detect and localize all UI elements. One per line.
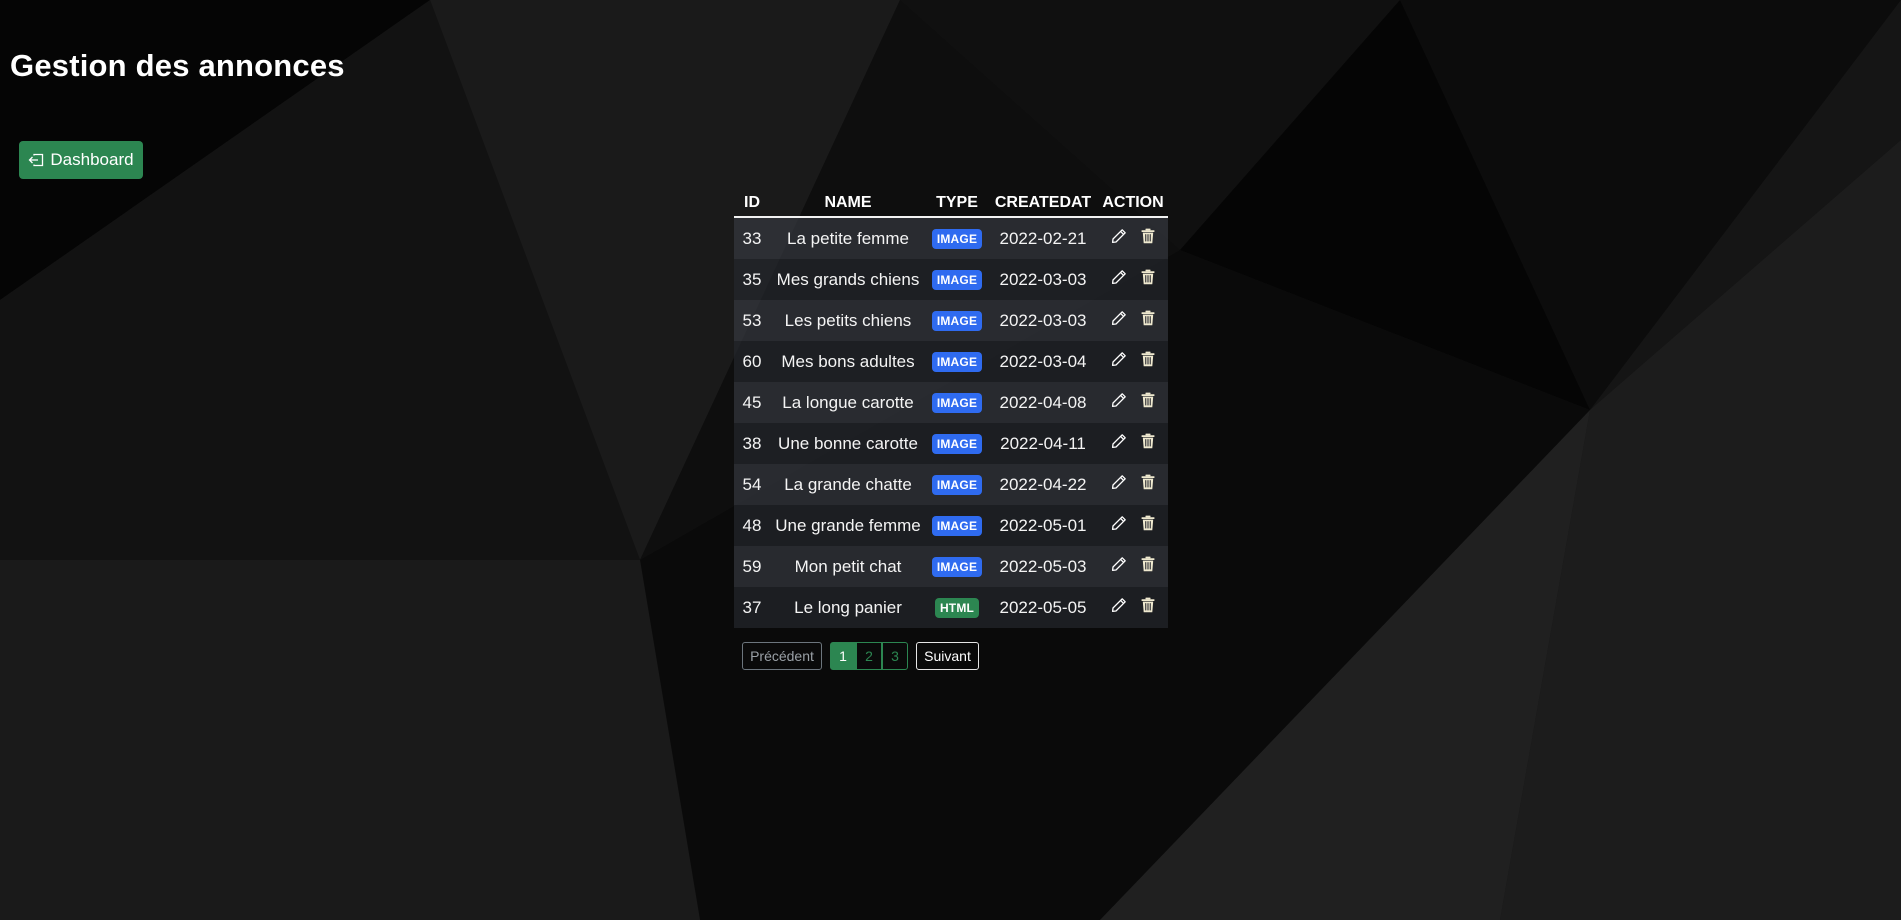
cell-name: La petite femme [770, 217, 926, 259]
cell-created: 2022-04-22 [988, 464, 1098, 505]
cell-created: 2022-03-03 [988, 259, 1098, 300]
table-row: 53 Les petits chiens IMAGE 2022-03-03 [734, 300, 1168, 341]
pencil-icon[interactable] [1111, 310, 1127, 326]
cell-id: 48 [734, 505, 770, 546]
type-badge: IMAGE [931, 229, 983, 249]
cell-created: 2022-04-11 [988, 423, 1098, 464]
trash-icon[interactable] [1141, 392, 1155, 408]
cell-name: Mon petit chat [770, 546, 926, 587]
pencil-icon[interactable] [1111, 269, 1127, 285]
trash-icon[interactable] [1141, 228, 1155, 244]
type-badge: IMAGE [931, 475, 983, 495]
pencil-icon[interactable] [1111, 597, 1127, 613]
cell-id: 60 [734, 341, 770, 382]
table-row: 35 Mes grands chiens IMAGE 2022-03-03 [734, 259, 1168, 300]
table-header-row: ID NAME TYPE CREATEDAT ACTION [734, 192, 1168, 218]
pagination: Précédent 1 2 3 Suivant [742, 642, 979, 670]
cell-created: 2022-05-01 [988, 505, 1098, 546]
cell-id: 38 [734, 423, 770, 464]
cell-name: Le long panier [770, 587, 926, 628]
table-row: 45 La longue carotte IMAGE 2022-04-08 [734, 382, 1168, 423]
cell-created: 2022-05-05 [988, 587, 1098, 628]
cell-name: Une grande femme [770, 505, 926, 546]
trash-icon[interactable] [1141, 474, 1155, 490]
trash-icon[interactable] [1141, 597, 1155, 613]
ads-table: ID NAME TYPE CREATEDAT ACTION 33 La peti… [734, 192, 1168, 628]
cell-created: 2022-04-08 [988, 382, 1098, 423]
pencil-icon[interactable] [1111, 433, 1127, 449]
cell-id: 45 [734, 382, 770, 423]
cell-id: 35 [734, 259, 770, 300]
table-row: 33 La petite femme IMAGE 2022-02-21 [734, 217, 1168, 259]
column-header-type[interactable]: TYPE [926, 192, 988, 218]
page-title: Gestion des annonces [10, 48, 345, 83]
page: Gestion des annonces Dashboard ID NAME T… [0, 0, 1901, 920]
trash-icon[interactable] [1141, 515, 1155, 531]
table-row: 48 Une grande femme IMAGE 2022-05-01 [734, 505, 1168, 546]
pencil-icon[interactable] [1111, 392, 1127, 408]
cell-id: 33 [734, 217, 770, 259]
trash-icon[interactable] [1141, 269, 1155, 285]
table-body: 33 La petite femme IMAGE 2022-02-21 35 M… [734, 217, 1168, 628]
type-badge: IMAGE [931, 352, 983, 372]
column-header-action: ACTION [1098, 192, 1168, 218]
type-badge: HTML [934, 598, 980, 618]
type-badge: IMAGE [931, 434, 983, 454]
type-badge: IMAGE [931, 311, 983, 331]
table-row: 54 La grande chatte IMAGE 2022-04-22 [734, 464, 1168, 505]
cell-id: 53 [734, 300, 770, 341]
table-row: 60 Mes bons adultes IMAGE 2022-03-04 [734, 341, 1168, 382]
table-row: 59 Mon petit chat IMAGE 2022-05-03 [734, 546, 1168, 587]
cell-created: 2022-03-04 [988, 341, 1098, 382]
cell-id: 37 [734, 587, 770, 628]
table-row: 38 Une bonne carotte IMAGE 2022-04-11 [734, 423, 1168, 464]
pencil-icon[interactable] [1111, 556, 1127, 572]
trash-icon[interactable] [1141, 310, 1155, 326]
dashboard-button-label: Dashboard [50, 150, 134, 169]
cell-name: Mes grands chiens [770, 259, 926, 300]
type-badge: IMAGE [931, 516, 983, 536]
type-badge: IMAGE [931, 393, 983, 413]
page-3-button[interactable]: 3 [882, 642, 908, 670]
cell-created: 2022-02-21 [988, 217, 1098, 259]
column-header-id[interactable]: ID [734, 192, 770, 218]
cell-id: 54 [734, 464, 770, 505]
cell-name: Les petits chiens [770, 300, 926, 341]
cell-name: Mes bons adultes [770, 341, 926, 382]
cell-id: 59 [734, 546, 770, 587]
pencil-icon[interactable] [1111, 515, 1127, 531]
cell-name: La grande chatte [770, 464, 926, 505]
cell-name: La longue carotte [770, 382, 926, 423]
type-badge: IMAGE [931, 557, 983, 577]
page-1-button[interactable]: 1 [830, 642, 856, 670]
trash-icon[interactable] [1141, 556, 1155, 572]
previous-page-button[interactable]: Précédent [742, 642, 822, 670]
pencil-icon[interactable] [1111, 474, 1127, 490]
column-header-name[interactable]: NAME [770, 192, 926, 218]
column-header-createdat[interactable]: CREATEDAT [988, 192, 1098, 218]
trash-icon[interactable] [1141, 351, 1155, 367]
trash-icon[interactable] [1141, 433, 1155, 449]
page-2-button[interactable]: 2 [856, 642, 882, 670]
pencil-icon[interactable] [1111, 351, 1127, 367]
table-row: 37 Le long panier HTML 2022-05-05 [734, 587, 1168, 628]
cell-created: 2022-03-03 [988, 300, 1098, 341]
pencil-icon[interactable] [1111, 228, 1127, 244]
box-arrow-left-icon [28, 152, 44, 168]
dashboard-button[interactable]: Dashboard [19, 141, 143, 179]
next-page-button[interactable]: Suivant [916, 642, 979, 670]
type-badge: IMAGE [931, 270, 983, 290]
ads-table-container: ID NAME TYPE CREATEDAT ACTION 33 La peti… [734, 192, 1168, 628]
cell-name: Une bonne carotte [770, 423, 926, 464]
cell-created: 2022-05-03 [988, 546, 1098, 587]
